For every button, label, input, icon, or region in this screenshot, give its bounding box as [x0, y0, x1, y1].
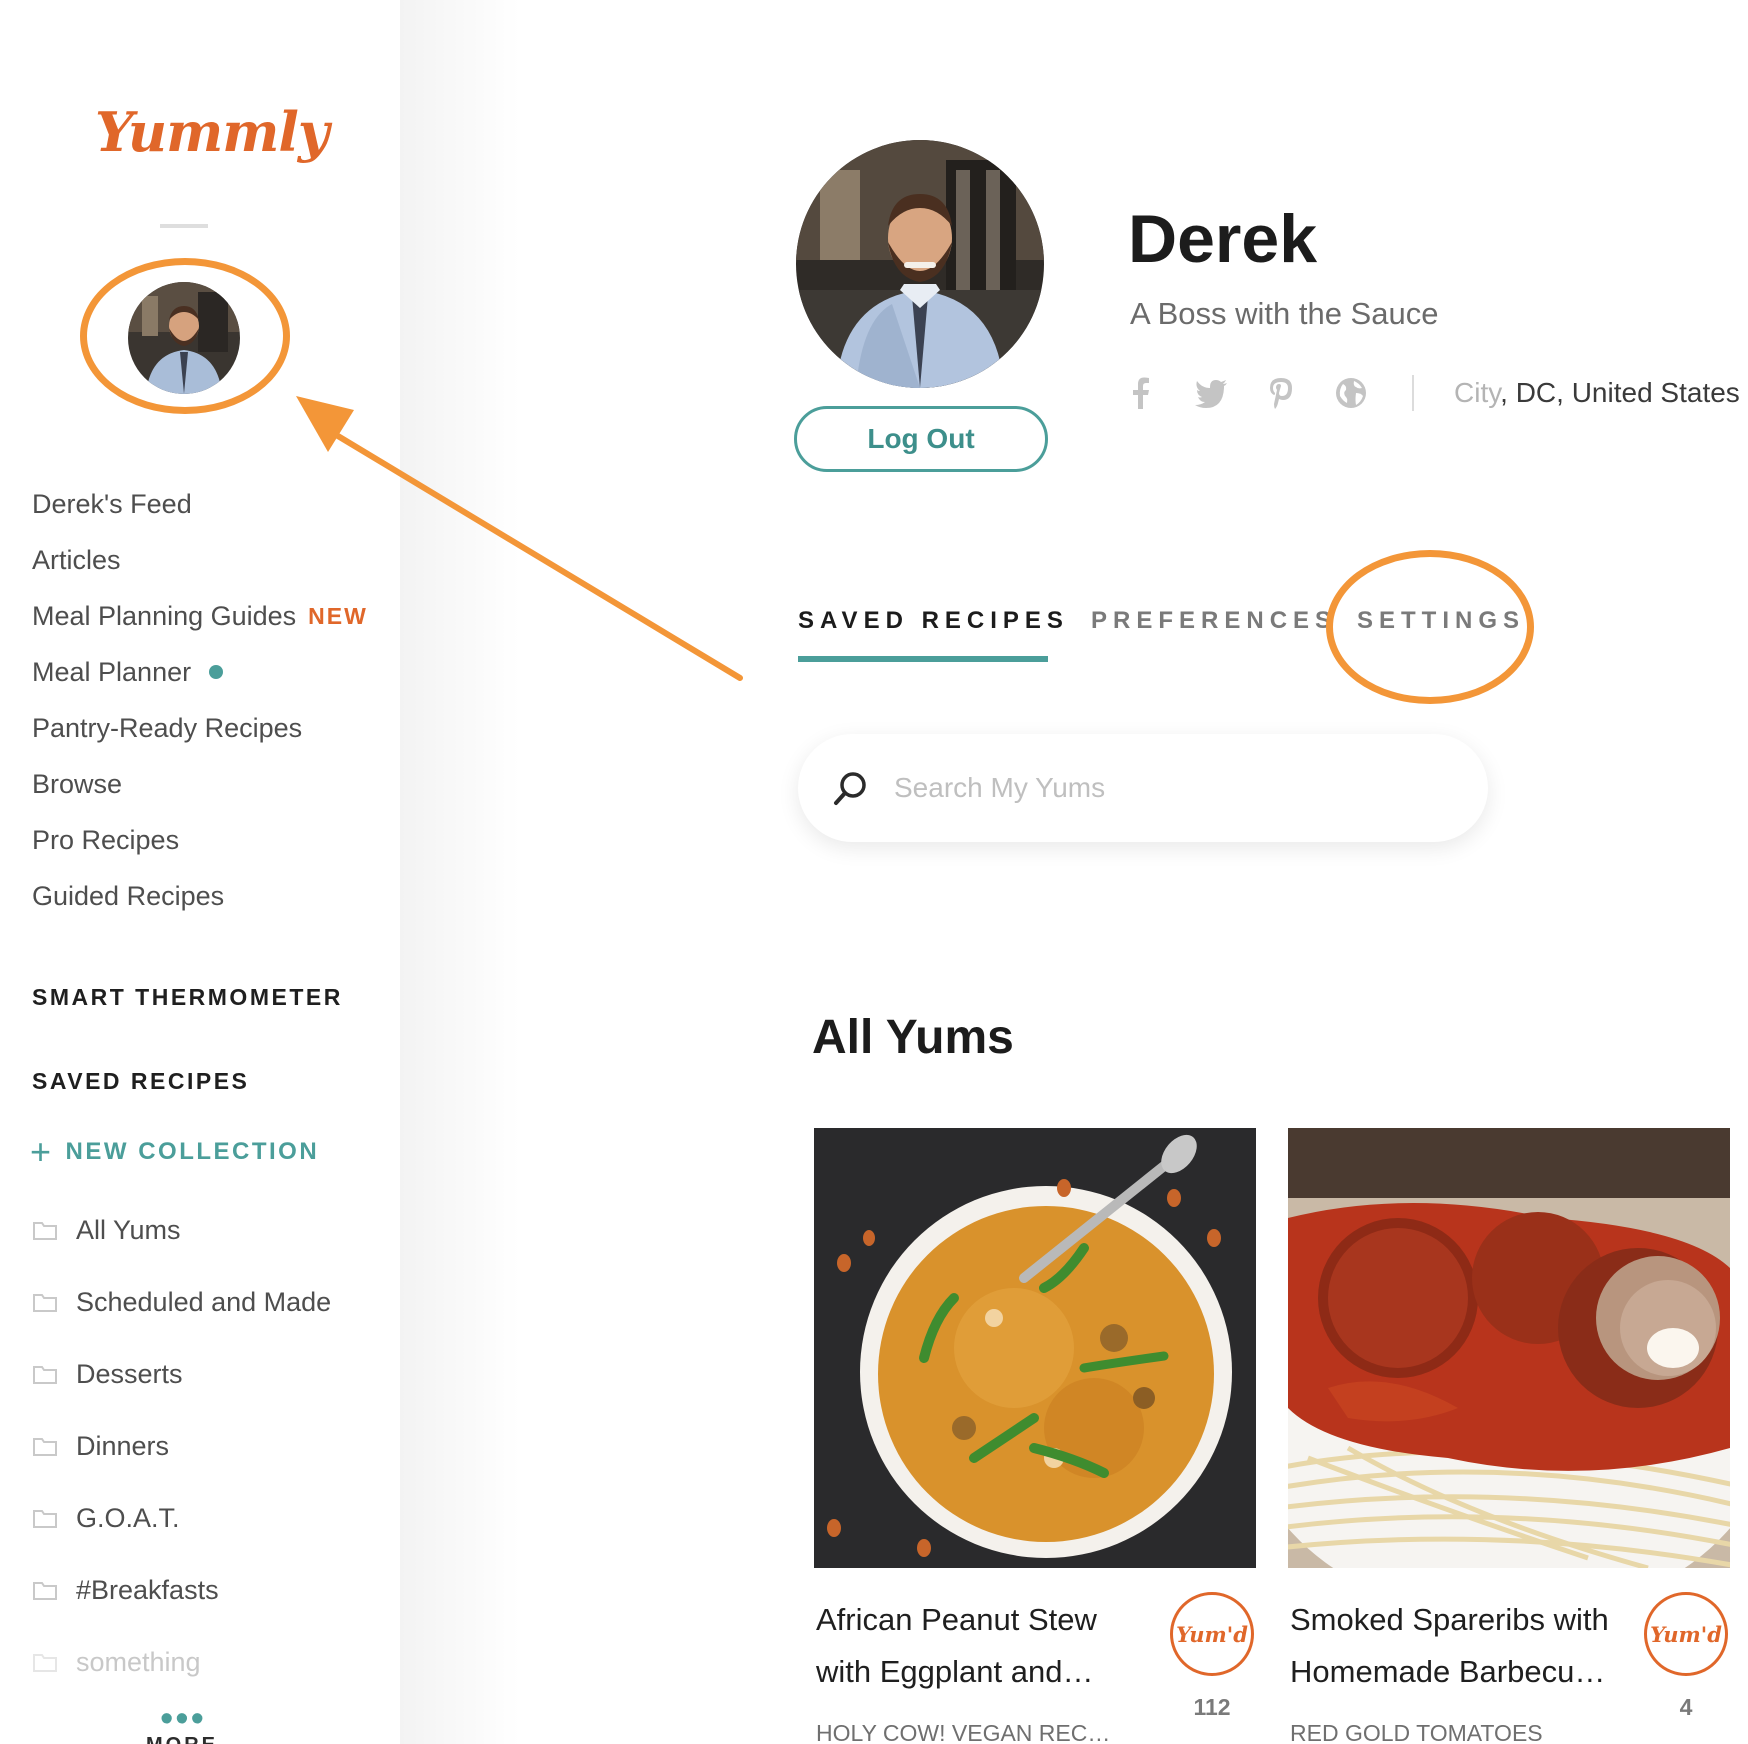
collection-desserts[interactable]: Desserts: [32, 1338, 331, 1410]
recipe-image-spareribs[interactable]: [1288, 1128, 1730, 1568]
collection-something[interactable]: something: [32, 1626, 331, 1698]
sidebar-item-label: Browse: [32, 768, 123, 799]
twitter-icon[interactable]: [1194, 376, 1228, 410]
collection-label: All Yums: [76, 1214, 181, 1245]
recipe-card[interactable]: African Peanut Stew with Eggplant and… H…: [814, 1128, 1256, 1744]
collection-scheduled-made[interactable]: Scheduled and Made: [32, 1266, 331, 1338]
tab-saved-recipes[interactable]: SAVED RECIPES: [798, 607, 1069, 635]
social-links: City, DC, United States: [1124, 372, 1740, 414]
sidebar-item-label: Meal Planner: [32, 656, 192, 687]
smart-thermometer-link[interactable]: SMART THERMOMETER: [32, 984, 343, 1011]
search-icon: [834, 772, 866, 805]
collection-dinners[interactable]: Dinners: [32, 1410, 331, 1482]
search-input[interactable]: [894, 772, 1454, 804]
pinterest-icon[interactable]: [1264, 376, 1298, 410]
recipe-source[interactable]: RED GOLD TOMATOES: [1290, 1720, 1630, 1744]
new-collection-button[interactable]: + NEW COLLECTION: [30, 1134, 319, 1170]
folder-icon: [33, 1510, 57, 1528]
facebook-icon[interactable]: [1124, 376, 1158, 410]
more-label[interactable]: MORE: [146, 1734, 218, 1744]
divider: [1412, 375, 1414, 411]
location-text: City, DC, United States: [1454, 377, 1740, 409]
collection-label: Scheduled and Made: [76, 1286, 332, 1317]
yummly-logo[interactable]: Yummly: [95, 100, 329, 164]
sidebar-item-label: Guided Recipes: [32, 880, 225, 911]
folder-icon: [33, 1438, 57, 1456]
sidebar-item-meal-planner[interactable]: Meal Planner: [32, 644, 368, 700]
more-dots-icon[interactable]: •••: [160, 1700, 206, 1738]
collection-label: something: [76, 1646, 201, 1677]
sidebar: Yummly Derek's Feed Articles Meal Planni…: [0, 0, 400, 1744]
profile-tagline: A Boss with the Sauce: [1130, 296, 1439, 331]
sidebar-nav: Derek's Feed Articles Meal Planning Guid…: [32, 476, 368, 924]
sidebar-shadow: [400, 0, 520, 1744]
sidebar-item-label: Meal Planning Guides: [32, 600, 297, 631]
sidebar-item-meal-planning-guides[interactable]: Meal Planning Guides NEW: [32, 588, 368, 644]
sidebar-item-label: Pro Recipes: [32, 824, 180, 855]
plus-icon: +: [30, 1131, 54, 1172]
annotation-circle-settings: [1326, 550, 1534, 704]
collection-label: #Breakfasts: [76, 1574, 219, 1605]
folder-icon: [33, 1654, 57, 1672]
active-tab-indicator: [798, 656, 1048, 662]
logo-divider: [160, 224, 208, 228]
sidebar-item-feed[interactable]: Derek's Feed: [32, 476, 368, 532]
collection-all-yums[interactable]: All Yums: [32, 1194, 331, 1266]
sidebar-item-label: Articles: [32, 544, 121, 575]
log-out-button[interactable]: Log Out: [794, 406, 1048, 472]
sidebar-item-pro-recipes[interactable]: Pro Recipes: [32, 812, 368, 868]
recipe-card[interactable]: Smoked Spareribs with Homemade Barbecu… …: [1288, 1128, 1730, 1744]
notification-dot: [209, 665, 224, 679]
location-region: , DC, United States: [1500, 377, 1740, 408]
tab-preferences[interactable]: PREFERENCES: [1091, 607, 1337, 635]
annotation-circle-avatar: [80, 258, 290, 414]
yumd-button[interactable]: Yum'd: [1644, 1592, 1728, 1676]
new-badge: NEW: [308, 602, 368, 629]
yum-count: 4: [1679, 1694, 1693, 1720]
yum-count: 112: [1193, 1694, 1231, 1720]
recipe-title[interactable]: African Peanut Stew with Eggplant and…: [816, 1594, 1156, 1698]
sidebar-item-label: Derek's Feed: [32, 488, 192, 519]
collection-breakfasts[interactable]: #Breakfasts: [32, 1554, 331, 1626]
recipe-source[interactable]: HOLY COW! VEGAN REC…: [816, 1720, 1156, 1744]
website-globe-icon[interactable]: [1334, 376, 1368, 410]
search-bar[interactable]: [798, 734, 1488, 842]
folder-icon: [33, 1582, 57, 1600]
yumd-button[interactable]: Yum'd: [1170, 1592, 1254, 1676]
collection-label: Desserts: [76, 1358, 183, 1389]
recipe-image-peanut-stew[interactable]: [814, 1128, 1256, 1568]
location-city: City: [1454, 377, 1501, 408]
profile-photo: [796, 140, 1044, 388]
sidebar-item-label: Pantry-Ready Recipes: [32, 712, 303, 743]
sidebar-item-articles[interactable]: Articles: [32, 532, 368, 588]
profile-name: Derek: [1128, 201, 1318, 277]
recipe-title[interactable]: Smoked Spareribs with Homemade Barbecu…: [1290, 1594, 1630, 1698]
collections-list: All Yums Scheduled and Made Desserts Din…: [32, 1194, 331, 1698]
saved-recipes-heading[interactable]: SAVED RECIPES: [32, 1068, 249, 1095]
new-collection-label: NEW COLLECTION: [65, 1138, 320, 1165]
folder-icon: [33, 1366, 57, 1384]
sidebar-item-browse[interactable]: Browse: [32, 756, 368, 812]
folder-icon: [33, 1222, 57, 1240]
all-yums-heading: All Yums: [812, 1011, 1014, 1064]
collection-label: Dinners: [76, 1430, 170, 1461]
sidebar-item-pantry-ready[interactable]: Pantry-Ready Recipes: [32, 700, 368, 756]
collection-goat[interactable]: G.O.A.T.: [32, 1482, 331, 1554]
sidebar-item-guided-recipes[interactable]: Guided Recipes: [32, 868, 368, 924]
collection-label: G.O.A.T.: [76, 1502, 180, 1533]
folder-icon: [33, 1294, 57, 1312]
